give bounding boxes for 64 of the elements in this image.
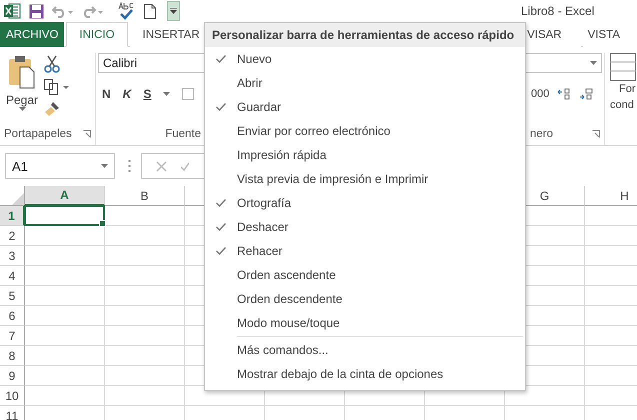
- italic-button[interactable]: K: [122, 87, 132, 101]
- menu-item[interactable]: Mostrar debajo de la cinta de opciones: [205, 362, 525, 386]
- ribbon-tab[interactable]: INICIO: [66, 22, 128, 47]
- row-header[interactable]: 7: [0, 326, 25, 346]
- row-header[interactable]: 4: [0, 266, 25, 286]
- spelling-check-icon[interactable]: [118, 2, 134, 20]
- customize-toolbar-button[interactable]: [167, 1, 180, 21]
- row-header[interactable]: 3: [0, 246, 25, 266]
- row-header[interactable]: 1: [0, 206, 25, 226]
- caret-icon: [101, 164, 108, 168]
- increase-decimal-icon[interactable]: [557, 87, 572, 101]
- number-format-field[interactable]: [526, 53, 602, 73]
- menu-item[interactable]: Más comandos...: [205, 338, 525, 362]
- group-label: Portapapeles: [4, 128, 72, 140]
- grip-icon: [128, 160, 131, 172]
- paste-icon[interactable]: [8, 55, 36, 89]
- group-label: Fuente: [165, 128, 201, 140]
- caret-icon: [170, 8, 177, 14]
- copy-icon[interactable]: [44, 79, 70, 95]
- name-box[interactable]: A1: [5, 153, 115, 179]
- row-header[interactable]: 10: [0, 386, 25, 406]
- excel-logo-icon: [4, 3, 21, 19]
- fill-handle[interactable]: [99, 220, 106, 227]
- borders-icon[interactable]: [182, 88, 194, 100]
- menu-item[interactable]: Abrir: [205, 71, 525, 95]
- dialog-launcher-icon[interactable]: [592, 130, 600, 138]
- bold-button[interactable]: N: [102, 87, 111, 101]
- decrease-decimal-icon[interactable]: [579, 87, 594, 101]
- save-icon[interactable]: [29, 4, 44, 18]
- menu-item[interactable]: Modo mouse/toque: [205, 311, 525, 335]
- thousands-separator-button[interactable]: 000: [531, 88, 550, 100]
- menu-item[interactable]: Deshacer: [205, 215, 525, 239]
- conditional-format-button[interactable]: For cond: [610, 81, 636, 113]
- paste-button[interactable]: Pegar: [6, 93, 38, 107]
- row-header[interactable]: 8: [0, 346, 25, 366]
- active-cell[interactable]: [24, 205, 105, 226]
- scissors-icon[interactable]: [44, 55, 60, 73]
- check-icon[interactable]: [181, 160, 189, 172]
- row-header[interactable]: 6: [0, 306, 25, 326]
- file-tab[interactable]: ARCHIVO: [0, 22, 64, 47]
- font-name-field[interactable]: Calibri: [98, 53, 205, 73]
- menu-item[interactable]: Rehacer: [205, 239, 525, 263]
- menu-item[interactable]: Nuevo: [205, 47, 525, 71]
- row-header[interactable]: 5: [0, 286, 25, 306]
- menu-item[interactable]: Guardar: [205, 95, 525, 119]
- menu-item[interactable]: Enviar por correo electrónico: [205, 119, 525, 143]
- menu-title: Personalizar barra de herramientas de acceso rápido: [205, 23, 525, 47]
- conditional-format-icon[interactable]: [610, 53, 636, 81]
- window-title: Libro8 - Excel: [521, 4, 594, 18]
- caret-icon: [163, 92, 170, 96]
- format-painter-icon[interactable]: [44, 101, 60, 117]
- column-header[interactable]: B: [105, 186, 185, 206]
- caret-icon: [590, 61, 597, 65]
- column-header[interactable]: A: [25, 186, 105, 206]
- underline-button[interactable]: S: [143, 87, 152, 101]
- new-document-icon[interactable]: [144, 4, 156, 18]
- menu-item[interactable]: Impresión rápida: [205, 143, 525, 167]
- row-header[interactable]: 9: [0, 366, 25, 386]
- row-header[interactable]: 2: [0, 226, 25, 246]
- dialog-launcher-icon[interactable]: [83, 130, 91, 138]
- caret-icon: [18, 107, 26, 111]
- group-label: nero: [530, 128, 554, 140]
- menu-item[interactable]: Orden descendente: [205, 287, 525, 311]
- menu-item[interactable]: Orden ascendente: [205, 263, 525, 287]
